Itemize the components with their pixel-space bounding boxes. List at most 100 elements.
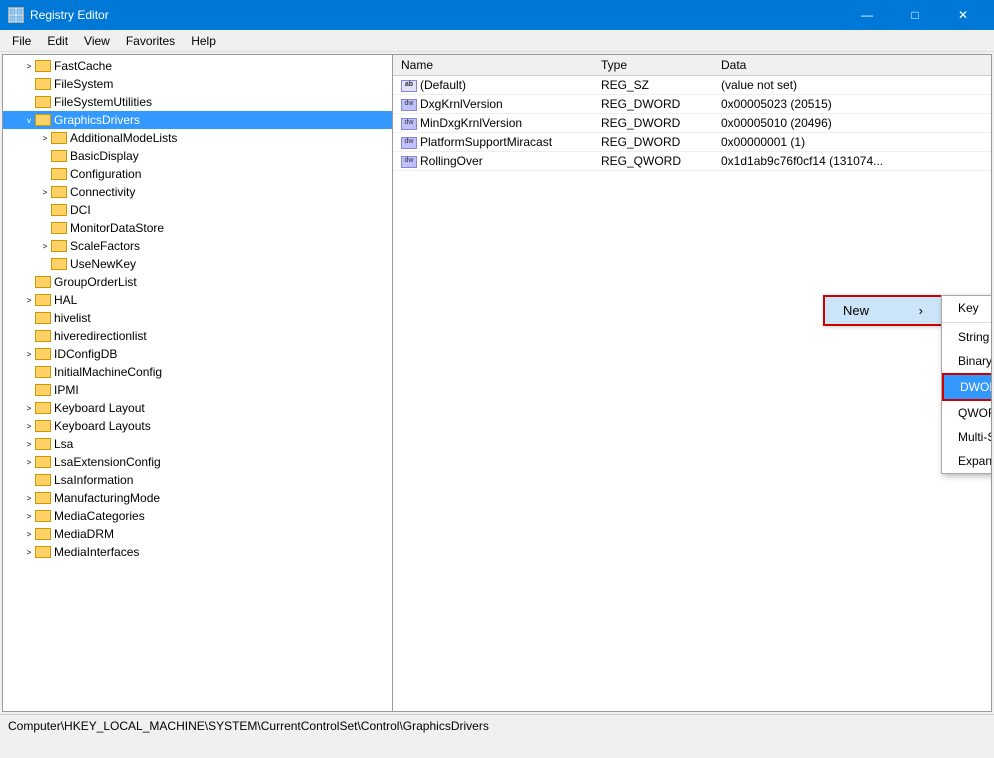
reg-type: REG_SZ	[593, 76, 713, 95]
menu-favorites[interactable]: Favorites	[118, 32, 183, 50]
tree-arrow-icon: >	[39, 134, 51, 143]
tree-item[interactable]: vGraphicsDrivers	[3, 111, 392, 129]
tree-item[interactable]: >ManufacturingMode	[3, 489, 392, 507]
tree-item[interactable]: >MediaCategories	[3, 507, 392, 525]
tree-item[interactable]: >Lsa	[3, 435, 392, 453]
reg-data: 0x1d1ab9c76f0cf14 (131074...	[713, 152, 991, 171]
reg-icon-ab: ab	[401, 80, 417, 92]
maximize-button[interactable]: □	[892, 0, 938, 30]
table-row[interactable]: dwDxgKrnlVersion REG_DWORD 0x00005023 (2…	[393, 95, 991, 114]
tree-label: MediaCategories	[54, 509, 145, 523]
right-panel: Name Type Data ab(Default) REG_SZ (value…	[393, 55, 991, 711]
folder-icon	[35, 528, 51, 540]
table-row[interactable]: dwPlatformSupportMiracast REG_DWORD 0x00…	[393, 133, 991, 152]
menu-help[interactable]: Help	[183, 32, 224, 50]
tree-item[interactable]: FileSystem	[3, 75, 392, 93]
tree-label: Configuration	[70, 167, 141, 181]
reg-data: (value not set)	[713, 76, 991, 95]
reg-name: dwDxgKrnlVersion	[393, 95, 593, 114]
table-row[interactable]: dwMinDxgKrnlVersion REG_DWORD 0x00005010…	[393, 114, 991, 133]
new-button[interactable]: New ›	[823, 295, 943, 326]
tree-arrow-icon: >	[23, 440, 35, 449]
tree-item[interactable]: >Keyboard Layouts	[3, 417, 392, 435]
submenu-item[interactable]: Key	[942, 296, 991, 320]
tree-item[interactable]: >Connectivity	[3, 183, 392, 201]
tree-item[interactable]: FileSystemUtilities	[3, 93, 392, 111]
tree-item[interactable]: >HAL	[3, 291, 392, 309]
tree-item[interactable]: InitialMachineConfig	[3, 363, 392, 381]
tree-item[interactable]: >MediaInterfaces	[3, 543, 392, 561]
status-bar: Computer\HKEY_LOCAL_MACHINE\SYSTEM\Curre…	[0, 714, 994, 736]
tree-item[interactable]: hiveredirectionlist	[3, 327, 392, 345]
tree-item[interactable]: >ScaleFactors	[3, 237, 392, 255]
close-button[interactable]: ✕	[940, 0, 986, 30]
tree-item[interactable]: >Keyboard Layout	[3, 399, 392, 417]
tree-item[interactable]: MonitorDataStore	[3, 219, 392, 237]
context-menu-overlay: New › Key String ValueBinary ValueDWORD (…	[823, 295, 991, 474]
tree-label: AdditionalModeLists	[70, 131, 177, 145]
reg-icon-dword: dw	[401, 156, 417, 168]
app-icon	[8, 7, 24, 23]
reg-data: 0x00005023 (20515)	[713, 95, 991, 114]
tree-item[interactable]: IPMI	[3, 381, 392, 399]
tree-item[interactable]: DCI	[3, 201, 392, 219]
folder-icon	[35, 114, 51, 126]
menu-file[interactable]: File	[4, 32, 39, 50]
tree-item[interactable]: > AdditionalModeLists	[3, 129, 392, 147]
tree-arrow-icon: >	[23, 404, 35, 413]
folder-icon	[35, 438, 51, 450]
folder-icon	[51, 204, 67, 216]
tree-item[interactable]: hivelist	[3, 309, 392, 327]
folder-icon	[35, 348, 51, 360]
reg-type: REG_DWORD	[593, 114, 713, 133]
submenu-item[interactable]: QWORD (64-bit) Value	[942, 401, 991, 425]
folder-icon	[35, 402, 51, 414]
folder-icon	[35, 492, 51, 504]
submenu-separator	[942, 322, 991, 323]
reg-type: REG_DWORD	[593, 95, 713, 114]
tree-label: FileSystemUtilities	[54, 95, 152, 109]
new-button-label: New	[843, 303, 869, 318]
folder-icon	[51, 222, 67, 234]
submenu-item[interactable]: Multi-String Value	[942, 425, 991, 449]
status-path: Computer\HKEY_LOCAL_MACHINE\SYSTEM\Curre…	[8, 719, 489, 733]
submenu-item[interactable]: DWORD (32-bit) Value	[942, 373, 991, 401]
tree-arrow-icon: >	[23, 296, 35, 305]
folder-icon	[35, 312, 51, 324]
tree-item[interactable]: BasicDisplay	[3, 147, 392, 165]
submenu-item[interactable]: String Value	[942, 325, 991, 349]
minimize-button[interactable]: —	[844, 0, 890, 30]
tree-arrow-icon: >	[39, 188, 51, 197]
reg-data: 0x00000001 (1)	[713, 133, 991, 152]
folder-icon	[51, 168, 67, 180]
tree-panel-inner[interactable]: >FastCacheFileSystem FileSystemUtilities v…	[3, 55, 392, 711]
folder-icon	[35, 330, 51, 342]
tree-label: ManufacturingMode	[54, 491, 160, 505]
submenu-item[interactable]: Expandable String Value	[942, 449, 991, 473]
tree-arrow-icon: >	[23, 458, 35, 467]
submenu-item[interactable]: Binary Value	[942, 349, 991, 373]
tree-item[interactable]: UseNewKey	[3, 255, 392, 273]
tree-label: IPMI	[54, 383, 79, 397]
folder-icon	[51, 132, 67, 144]
tree-item[interactable]: >MediaDRM	[3, 525, 392, 543]
menu-edit[interactable]: Edit	[39, 32, 76, 50]
tree-item[interactable]: GroupOrderList	[3, 273, 392, 291]
tree-item[interactable]: >LsaExtensionConfig	[3, 453, 392, 471]
menu-view[interactable]: View	[76, 32, 118, 50]
tree-item[interactable]: LsaInformation	[3, 471, 392, 489]
table-row[interactable]: dwRollingOver REG_QWORD 0x1d1ab9c76f0cf1…	[393, 152, 991, 171]
reg-name: dwPlatformSupportMiracast	[393, 133, 593, 152]
tree-label: BasicDisplay	[70, 149, 139, 163]
table-row[interactable]: ab(Default) REG_SZ (value not set)	[393, 76, 991, 95]
tree-label: hiveredirectionlist	[54, 329, 147, 343]
tree-panel: >FastCacheFileSystem FileSystemUtilities v…	[3, 55, 393, 711]
tree-item[interactable]: Configuration	[3, 165, 392, 183]
tree-label: GroupOrderList	[54, 275, 137, 289]
tree-item[interactable]: >FastCache	[3, 57, 392, 75]
folder-icon	[35, 546, 51, 558]
reg-icon-dword: dw	[401, 137, 417, 149]
tree-label: Keyboard Layouts	[54, 419, 151, 433]
tree-arrow-icon: >	[23, 350, 35, 359]
tree-item[interactable]: >IDConfigDB	[3, 345, 392, 363]
